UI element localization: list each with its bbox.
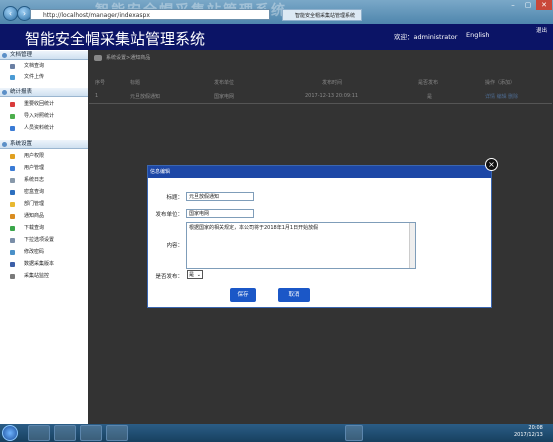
- department-icon: [10, 202, 15, 207]
- sidebar-item-station-monitor[interactable]: 采集站监控: [0, 272, 88, 281]
- sidebar-item-upload[interactable]: 文件上传: [0, 73, 88, 82]
- browser-tab[interactable]: 智能安全帽采集站管理系统: [282, 9, 362, 21]
- column-header-time: 发布时间: [322, 80, 343, 86]
- sidebar-section-settings[interactable]: 系统设置: [0, 140, 88, 149]
- download-icon: [10, 226, 15, 231]
- title-input[interactable]: 元旦放假通知: [186, 192, 254, 201]
- textarea-scrollbar[interactable]: [409, 223, 415, 268]
- import-icon: [10, 114, 15, 119]
- publish-label: 是否发布：: [155, 274, 183, 280]
- cell-no: 1: [95, 93, 99, 99]
- edit-icon[interactable]: [345, 425, 363, 441]
- log-icon: [10, 178, 15, 183]
- cell-ops[interactable]: 详情 编辑 删除: [485, 93, 518, 100]
- app-icon[interactable]: [106, 425, 128, 441]
- clock[interactable]: 20:08 2017/12/13: [514, 425, 543, 439]
- minimize-icon[interactable]: –: [505, 0, 521, 10]
- breadcrumb: 系统设置>通知商品: [94, 54, 150, 61]
- users-icon: [10, 126, 15, 131]
- sidebar-item-system-log[interactable]: 系统日志: [0, 176, 88, 185]
- save-button[interactable]: 保存: [230, 288, 256, 302]
- start-button[interactable]: [2, 425, 18, 441]
- window-icon[interactable]: [80, 425, 102, 441]
- notice-icon: [10, 214, 15, 219]
- content-textarea[interactable]: 根据国家的相关规定，本公司将于2018年1月1日开始放假: [186, 222, 416, 269]
- unit-label: 发布单位：: [155, 212, 183, 218]
- close-icon[interactable]: ×: [485, 158, 498, 171]
- chevron-down-icon: ⌄: [196, 272, 201, 278]
- column-header-title: 标题: [130, 80, 141, 86]
- folder-icon: [2, 53, 7, 58]
- key-icon: [10, 154, 15, 159]
- sidebar-item-import-stats[interactable]: 导入对照统计: [0, 112, 88, 121]
- maximize-icon[interactable]: ▢: [520, 0, 536, 10]
- sidebar-item-change-password[interactable]: 修改密码: [0, 248, 88, 257]
- cell-title: 元旦放假通知: [130, 94, 161, 100]
- excel-icon[interactable]: [54, 425, 76, 441]
- unit-input[interactable]: 国家电网: [186, 209, 254, 218]
- home-icon: [94, 54, 102, 61]
- sidebar-item-user-management[interactable]: 用户管理: [0, 164, 88, 173]
- cancel-button[interactable]: 取消: [278, 288, 310, 302]
- sidebar-item-doc-query[interactable]: 文档查询: [0, 62, 88, 71]
- welcome-text: 欢迎：administrator: [394, 33, 458, 41]
- globe-icon: [10, 262, 15, 267]
- publish-select[interactable]: 是 ⌄: [187, 270, 203, 279]
- browser-chrome: 智能安全帽采集站管理系统 ‹ › http://localhost/manage…: [0, 0, 553, 24]
- cell-unit: 国家电网: [214, 94, 235, 100]
- sidebar-section-reports[interactable]: 统计报表: [0, 88, 88, 97]
- sidebar-section-docs[interactable]: 文档管理: [0, 51, 88, 60]
- sidebar-item-notices[interactable]: 通知商品: [0, 212, 88, 221]
- title-label: 标题：: [166, 195, 183, 201]
- window-close-icon[interactable]: ✕: [536, 0, 552, 10]
- logout-link[interactable]: 退出: [536, 26, 547, 34]
- user-icon: [10, 166, 15, 171]
- cell-time: 2017-12-13 20:09:11: [305, 93, 359, 99]
- app-header: 智能安全帽采集站管理系统 欢迎：administrator English 退出: [0, 24, 553, 50]
- language-link[interactable]: English: [466, 31, 489, 39]
- sidebar-item-user-permissions[interactable]: 用户权限: [0, 152, 88, 161]
- sidebar-item-download-query[interactable]: 下载查询: [0, 224, 88, 233]
- dialog-header: 信息编辑: [148, 166, 491, 178]
- sidebar: 文档管理 文档查询 文件上传 统计报表 重要收回统计 导入对照统计 人员资料统计…: [0, 50, 88, 424]
- gear-icon: [2, 142, 7, 147]
- sidebar-item-departments[interactable]: 部门管理: [0, 200, 88, 209]
- list-icon: [10, 238, 15, 243]
- back-button[interactable]: ‹: [3, 6, 18, 21]
- row-divider: [89, 103, 552, 104]
- taskbar: [0, 424, 553, 442]
- ie-icon[interactable]: [28, 425, 50, 441]
- column-header-unit: 发布单位: [214, 80, 235, 86]
- folder-icon: [2, 90, 7, 95]
- column-header-ops[interactable]: 操作（添加）: [485, 79, 515, 86]
- column-header-no: 序号: [95, 80, 106, 86]
- lock-icon: [10, 250, 15, 255]
- cell-published: 是: [427, 94, 433, 100]
- sidebar-item-box-query[interactable]: 密盒查询: [0, 188, 88, 197]
- edit-dialog: 信息编辑 标题： 元旦放假通知 发布单位： 国家电网 内容： 根据国家的相关规定…: [147, 165, 492, 308]
- sidebar-item-dropdown-options[interactable]: 下拉选项设置: [0, 236, 88, 245]
- upload-icon: [10, 75, 15, 80]
- search-icon: [10, 190, 15, 195]
- sidebar-item-personnel-stats[interactable]: 人员资料统计: [0, 124, 88, 133]
- address-bar[interactable]: http://localhost/manager/indexaspx: [30, 9, 270, 20]
- sidebar-item-recall-stats[interactable]: 重要收回统计: [0, 100, 88, 109]
- star-icon: [10, 102, 15, 107]
- sidebar-item-data-version[interactable]: 数据采集版本: [0, 260, 88, 269]
- doc-icon: [10, 64, 15, 69]
- column-header-published: 是否发布: [418, 80, 439, 86]
- content-label: 内容：: [166, 243, 183, 249]
- app-title: 智能安全帽采集站管理系统: [25, 30, 206, 48]
- monitor-icon: [10, 274, 15, 279]
